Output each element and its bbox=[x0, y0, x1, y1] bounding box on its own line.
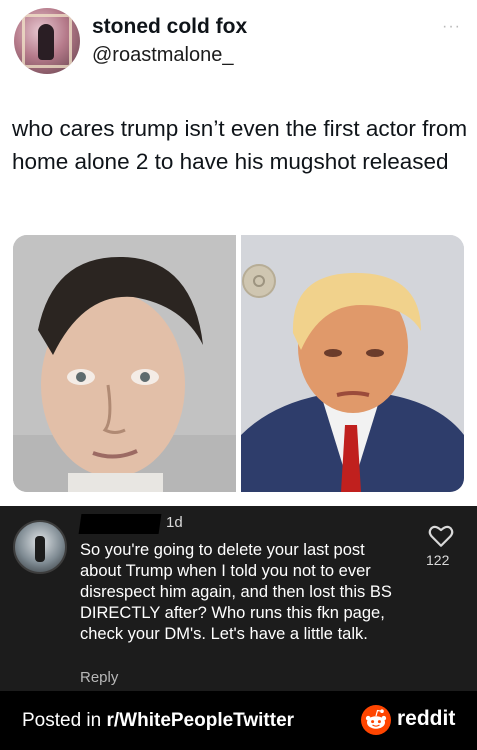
tweet-card: stoned cold fox @roastmalone_ ··· who ca… bbox=[0, 0, 477, 506]
commenter-avatar[interactable] bbox=[13, 520, 67, 574]
mugshot-right-photo[interactable] bbox=[241, 235, 464, 492]
reddit-wordmark[interactable]: reddit bbox=[397, 707, 455, 731]
comment-timestamp: 1d bbox=[166, 514, 183, 531]
avatar-silhouette bbox=[35, 536, 45, 562]
heart-icon[interactable] bbox=[428, 524, 454, 548]
post-footer: Posted in r/WhitePeopleTwitter reddit bbox=[0, 691, 477, 750]
tweet-text: who cares trump isn’t even the first act… bbox=[12, 116, 468, 174]
like-count: 122 bbox=[426, 552, 450, 568]
subreddit-name[interactable]: r/WhitePeopleTwitter bbox=[107, 710, 295, 731]
reply-button[interactable]: Reply bbox=[80, 669, 118, 686]
mugshot-left-image bbox=[13, 235, 236, 492]
display-name[interactable]: stoned cold fox bbox=[92, 15, 247, 39]
tweet-header: stoned cold fox @roastmalone_ ··· bbox=[12, 6, 467, 76]
posted-in-prefix: Posted in bbox=[22, 710, 107, 731]
reddit-comment: 1d So you're going to delete your last p… bbox=[0, 506, 477, 691]
handle[interactable]: @roastmalone_ bbox=[92, 44, 233, 67]
mugshot-left-photo[interactable] bbox=[13, 235, 236, 492]
mugshot-right-image bbox=[241, 235, 464, 492]
avatar[interactable] bbox=[14, 8, 80, 74]
reddit-logo-icon[interactable] bbox=[361, 705, 391, 735]
tweet-photos bbox=[13, 235, 464, 492]
redacted-username bbox=[78, 514, 162, 534]
comment-body: So you're going to delete your last post… bbox=[80, 541, 392, 643]
avatar-figure bbox=[38, 24, 54, 60]
more-options-icon[interactable]: ··· bbox=[442, 18, 461, 36]
posted-in-label[interactable]: Posted in r/WhitePeopleTwitter bbox=[22, 710, 294, 732]
